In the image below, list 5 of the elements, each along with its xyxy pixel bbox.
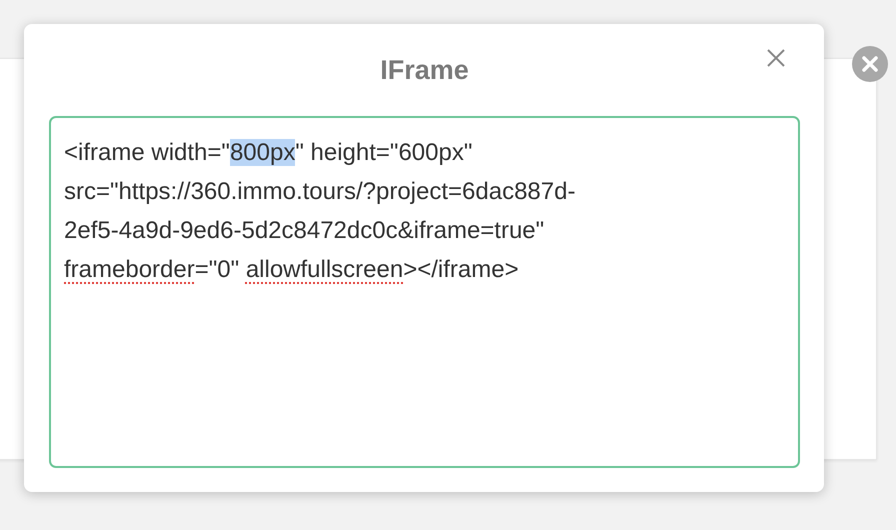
- close-icon: [862, 56, 878, 72]
- close-icon: [766, 48, 786, 68]
- dialog-title: IFrame: [380, 54, 469, 86]
- code-field[interactable]: <iframe width="800px" height="600px" src="https://360.immo.tours/?project=6dac887d- 2ef5-4a9d-9ed6-5d2c8472dc0c&iframe=true" frameborder="0" allowfullscreen></iframe>: [49, 116, 800, 468]
- close-button[interactable]: [852, 46, 888, 82]
